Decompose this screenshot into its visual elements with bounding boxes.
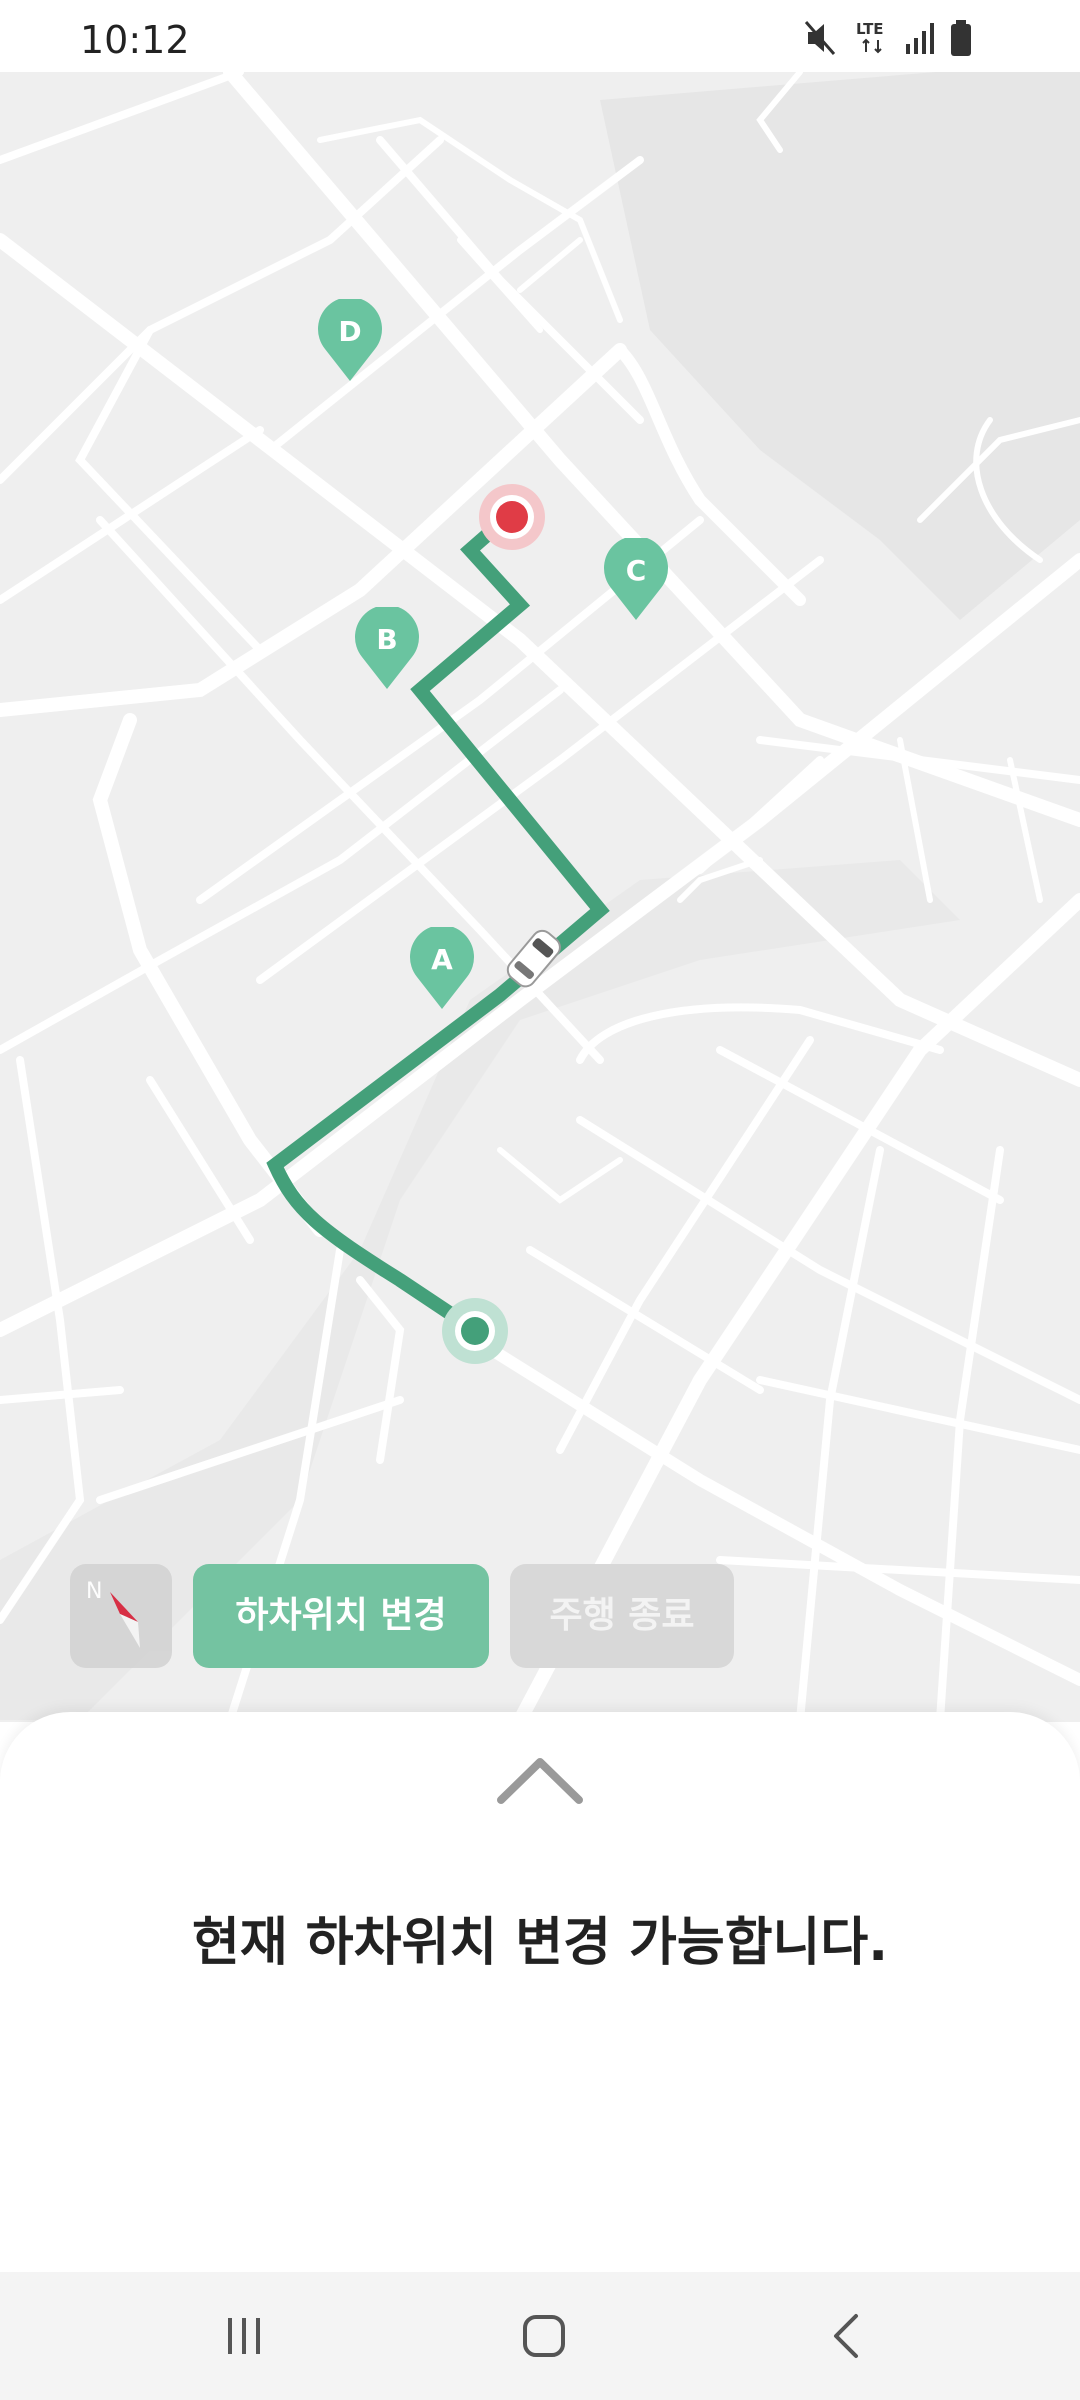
svg-text:A: A — [431, 943, 453, 976]
bottom-sheet[interactable]: 현재 하차위치 변경 가능합니다. — [0, 1712, 1080, 2272]
system-navigation-bar — [0, 2272, 1080, 2400]
battery-icon — [951, 20, 971, 56]
recent-apps-icon[interactable] — [222, 2314, 266, 2358]
compass-icon: N — [86, 1579, 140, 1648]
mute-icon — [804, 21, 836, 55]
signal-icon — [906, 23, 934, 54]
destination-marker — [479, 484, 545, 550]
svg-text:LTE: LTE — [856, 20, 884, 38]
waypoint-marker-b[interactable]: B — [354, 607, 420, 691]
status-bar: 10:12 LTE — [0, 0, 1080, 72]
chevron-up-icon[interactable] — [495, 1752, 585, 1808]
waypoint-marker-d[interactable]: D — [317, 299, 383, 383]
home-icon[interactable] — [520, 2312, 568, 2360]
svg-text:C: C — [626, 554, 647, 587]
start-marker — [442, 1298, 508, 1364]
waypoint-marker-c[interactable]: C — [603, 538, 669, 622]
end-drive-button[interactable]: 주행 종료 — [510, 1564, 734, 1668]
dropoff-status-message: 현재 하차위치 변경 가능합니다. — [192, 1913, 888, 1973]
back-icon[interactable] — [826, 2312, 866, 2360]
car-icon — [506, 929, 561, 988]
waypoint-marker-a[interactable]: A — [409, 927, 475, 1011]
compass-button[interactable]: N — [70, 1564, 172, 1668]
map-view[interactable]: D C B A — [0, 72, 1080, 1722]
change-dropoff-button[interactable]: 하차위치 변경 — [193, 1564, 489, 1668]
svg-text:B: B — [376, 623, 397, 656]
lte-icon: LTE — [856, 20, 884, 54]
svg-text:D: D — [338, 315, 361, 348]
svg-text:N: N — [86, 1579, 102, 1604]
status-time: 10:12 — [80, 18, 190, 62]
